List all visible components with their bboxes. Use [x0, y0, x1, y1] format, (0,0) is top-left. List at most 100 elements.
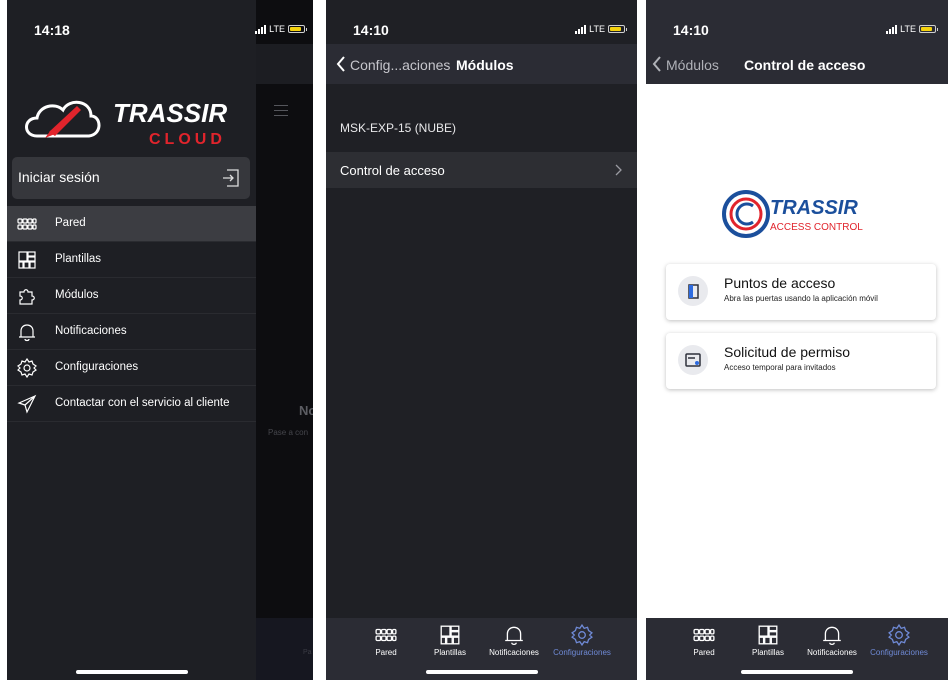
nav-tab-label: Plantillas	[751, 648, 784, 657]
battery-icon	[608, 25, 627, 33]
nav-tab-label: Configuraciones	[553, 648, 611, 657]
menu-item-label: Contactar con el servicio al cliente	[55, 397, 230, 409]
menu-item-plantillas[interactable]: Plantillas	[7, 242, 256, 278]
screen-drawer: No Pase a con Pa 14:18 TRASSIR CLOUD Ini…	[7, 0, 313, 680]
menu-item-modulos[interactable]: Módulos	[7, 278, 256, 314]
nav-tab-notificaciones[interactable]: Notificaciones	[484, 624, 544, 657]
back-button[interactable]: Módulos	[666, 57, 719, 73]
nav-tab-label: Notificaciones	[807, 648, 857, 657]
battery-icon	[919, 25, 938, 33]
screen-modulos: 14:10 LTE Config...aciones Módulos MSK-E…	[326, 0, 637, 680]
row-label: Control de acceso	[340, 163, 445, 178]
permit-card-icon	[678, 345, 708, 375]
gear-icon	[888, 624, 910, 646]
card-solicitud-de-permiso[interactable]: Solicitud de permiso Acceso temporal par…	[666, 333, 936, 389]
nav-header: Config...aciones Módulos	[326, 44, 637, 84]
background-header	[256, 44, 313, 116]
background-heading: No	[299, 403, 313, 418]
drawer-menu: Pared Plantillas Módulos Notificaciones	[7, 206, 256, 422]
dimmed-background[interactable]: No Pase a con Pa	[256, 0, 313, 680]
wall-grid-icon	[693, 628, 715, 642]
card-subtitle: Abra las puertas usando la aplicación mó…	[724, 294, 878, 303]
status-time: 14:10	[353, 22, 389, 38]
card-subtitle: Acceso temporal para invitados	[724, 363, 836, 372]
bell-icon	[505, 626, 523, 646]
carrier-label: LTE	[269, 24, 285, 34]
login-button[interactable]: Iniciar sesión	[12, 157, 250, 199]
menu-item-label: Pared	[55, 217, 86, 229]
templates-icon	[758, 625, 778, 645]
wall-grid-icon	[375, 628, 397, 642]
status-bar: 14:18	[7, 0, 256, 58]
page-title: Módulos	[456, 57, 514, 73]
section-header: MSK-EXP-15 (NUBE)	[340, 121, 457, 135]
signal-status: LTE	[255, 24, 307, 34]
signal-icon	[886, 24, 898, 34]
home-indicator	[425, 670, 538, 674]
signal-icon	[575, 24, 587, 34]
sign-in-icon	[223, 169, 239, 187]
templates-icon	[18, 251, 36, 269]
puzzle-icon	[19, 289, 35, 305]
brand-name: TRASSIR	[770, 197, 858, 219]
menu-item-label: Configuraciones	[55, 361, 139, 373]
battery-icon	[288, 25, 307, 33]
brand-sub: ACCESS CONTROL	[770, 222, 863, 233]
login-label: Iniciar sesión	[18, 169, 100, 185]
signal-status: LTE	[886, 24, 938, 34]
gear-icon	[571, 624, 593, 646]
carrier-label: LTE	[589, 24, 605, 34]
back-chevron-icon[interactable]	[336, 56, 346, 72]
card-title: Puntos de acceso	[724, 275, 836, 291]
page-title: Control de acceso	[744, 57, 866, 73]
menu-item-pared[interactable]: Pared	[7, 206, 256, 242]
door-icon	[678, 276, 708, 306]
carrier-label: LTE	[900, 24, 916, 34]
row-control-de-acceso[interactable]: Control de acceso	[326, 152, 637, 188]
chevron-right-icon	[615, 164, 622, 176]
screen-control-de-acceso: 14:10 LTE Módulos Control de acceso TRAS…	[646, 0, 948, 680]
signal-status: LTE	[575, 24, 627, 34]
nav-tab-label: Configuraciones	[870, 648, 928, 657]
nav-tab-notificaciones[interactable]: Notificaciones	[802, 624, 862, 657]
nav-tab-configuraciones[interactable]: Configuraciones	[866, 624, 932, 657]
nav-tab-plantillas[interactable]: Plantillas	[428, 624, 472, 657]
background-nav-label: Pa	[303, 649, 312, 656]
nav-tab-configuraciones[interactable]: Configuraciones	[548, 624, 616, 657]
nav-tab-pared[interactable]: Pared	[684, 624, 724, 657]
templates-icon	[440, 625, 460, 645]
home-indicator	[741, 670, 853, 674]
brand-name: TRASSIR	[113, 98, 227, 128]
menu-item-configuraciones[interactable]: Configuraciones	[7, 350, 256, 386]
nav-tab-label: Pared	[693, 648, 715, 657]
nav-tab-pared[interactable]: Pared	[366, 624, 406, 657]
nav-header: 14:10 LTE Módulos Control de acceso	[646, 0, 948, 84]
wall-grid-icon	[17, 218, 37, 230]
gear-icon	[17, 358, 37, 378]
side-drawer: 14:18 TRASSIR CLOUD Iniciar sesión Pared	[7, 0, 256, 680]
signal-icon	[255, 24, 267, 34]
bell-icon	[19, 324, 35, 342]
menu-item-notificaciones[interactable]: Notificaciones	[7, 314, 256, 350]
back-chevron-icon[interactable]	[652, 56, 662, 72]
menu-item-label: Módulos	[55, 289, 99, 301]
hamburger-icon	[274, 105, 288, 120]
nav-tab-label: Plantillas	[433, 648, 466, 657]
background-hint: Pase a con	[268, 428, 309, 437]
paper-plane-icon	[17, 394, 37, 414]
card-puntos-de-acceso[interactable]: Puntos de acceso Abra las puertas usando…	[666, 264, 936, 320]
bell-icon	[823, 626, 841, 646]
card-title: Solicitud de permiso	[724, 344, 851, 360]
back-button[interactable]: Config...aciones	[350, 57, 450, 73]
status-time: 14:18	[34, 22, 70, 38]
trassir-access-control-logo: TRASSIR ACCESS CONTROL	[722, 190, 863, 238]
menu-item-label: Notificaciones	[55, 325, 127, 337]
brand-sub: CLOUD	[149, 131, 226, 148]
status-time: 14:10	[673, 22, 709, 38]
nav-tab-plantillas[interactable]: Plantillas	[746, 624, 790, 657]
home-indicator	[75, 670, 188, 674]
trassir-cloud-logo: TRASSIR CLOUD	[25, 98, 227, 148]
menu-item-contact-support[interactable]: Contactar con el servicio al cliente	[7, 386, 256, 422]
menu-item-label: Plantillas	[55, 253, 102, 265]
nav-tab-label: Pared	[375, 648, 397, 657]
